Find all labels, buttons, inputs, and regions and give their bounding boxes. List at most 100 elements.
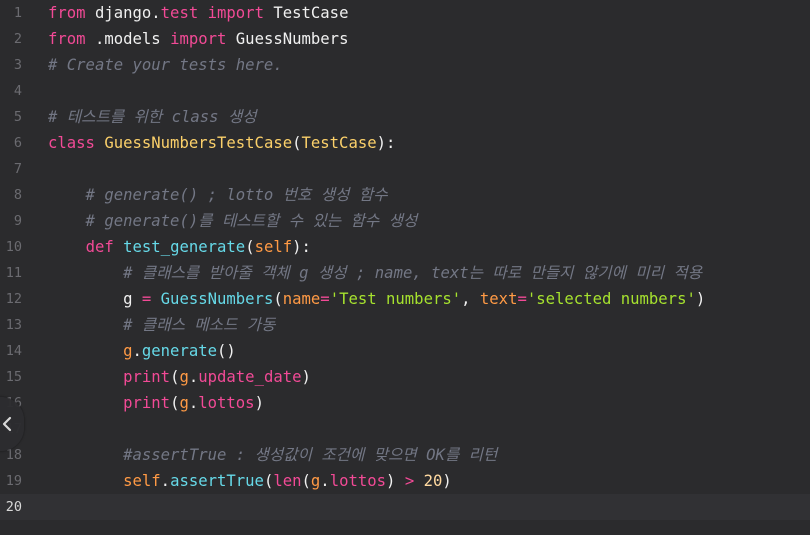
code-line[interactable]: 17 — [0, 416, 810, 442]
code-token: ) — [695, 290, 706, 308]
code-token: ) — [386, 472, 405, 490]
code-token: from — [48, 4, 86, 22]
code-token: import — [207, 4, 264, 22]
code-line[interactable]: 14 g.generate() — [0, 338, 810, 364]
code-token: ): — [376, 134, 396, 152]
code-text: from .models import GuessNumbers — [48, 26, 348, 52]
line-number: 13 — [5, 317, 22, 333]
code-token: . — [188, 394, 199, 412]
code-text: # generate()를 테스트할 수 있는 함수 생성 — [48, 208, 418, 234]
code-token: > — [404, 472, 415, 490]
code-line[interactable]: 18 #assertTrue : 생성값이 조건에 맞으면 OK를 리턴 — [0, 442, 810, 468]
code-text: # 테스트를 위한 class 생성 — [48, 104, 257, 130]
code-token: lottos — [329, 472, 387, 490]
code-token: = — [320, 290, 330, 308]
code-text: # 클래스를 받아줄 객체 g 생성 ; name, text는 따로 만들지 … — [48, 260, 702, 286]
code-token: GuessNumbers — [160, 290, 274, 308]
code-token: self — [254, 238, 293, 256]
code-token: 'Test numbers' — [329, 290, 462, 308]
code-token: = — [141, 290, 152, 308]
code-token: 20 — [423, 472, 443, 490]
code-token: GuessNumbers — [226, 30, 349, 48]
code-line[interactable]: 12 g = GuessNumbers(name='Test numbers',… — [0, 286, 810, 312]
code-line[interactable]: 20 — [0, 494, 810, 520]
code-token: # generate() ; lotto 번호 생성 함수 — [48, 186, 388, 204]
code-editor[interactable]: 1 from django.test import TestCase 2 from .… — [0, 0, 810, 535]
code-token: #assertTrue : 생성값이 조건에 맞으면 OK를 리턴 — [48, 446, 498, 464]
code-line[interactable]: 10 def test_generate(self): — [0, 234, 810, 260]
code-token: ( — [245, 238, 255, 256]
code-token: test — [160, 4, 199, 22]
code-token: g — [179, 368, 189, 386]
code-token: django — [85, 4, 152, 22]
line-number: 7 — [13, 161, 22, 177]
code-text: # 클래스 메소드 가동 — [48, 312, 275, 338]
line-number: 10 — [5, 239, 22, 255]
code-line[interactable]: 5 # 테스트를 위한 class 생성 — [0, 104, 810, 130]
code-text: def test_generate(self): — [48, 234, 311, 260]
code-line[interactable]: 9 # generate()를 테스트할 수 있는 함수 생성 — [0, 208, 810, 234]
code-text: g = GuessNumbers(name='Test numbers', te… — [48, 286, 705, 312]
code-text: from django.test import TestCase — [48, 0, 348, 26]
code-token: generate — [141, 342, 217, 360]
code-token: ( — [292, 134, 302, 152]
code-token: 'selected numbers' — [526, 290, 696, 308]
code-line[interactable]: 3 # Create your tests here. — [0, 52, 810, 78]
line-number: 8 — [13, 187, 22, 203]
code-token: lottos — [198, 394, 255, 412]
code-token: TestCase — [263, 4, 349, 22]
line-number: 19 — [5, 473, 22, 489]
line-number: 14 — [5, 343, 22, 359]
code-token: g — [310, 472, 321, 490]
code-line[interactable]: 11 # 클래스를 받아줄 객체 g 생성 ; name, text는 따로 만… — [0, 260, 810, 286]
code-token: len — [273, 472, 302, 490]
code-line[interactable]: 19 self.assertTrue(len(g.lottos) > 20) — [0, 468, 810, 494]
code-token: text — [479, 290, 518, 308]
code-line[interactable]: 16 print(g.lottos) — [0, 390, 810, 416]
code-token: g — [179, 394, 189, 412]
code-text: print(g.lottos) — [48, 390, 264, 416]
code-text: #assertTrue : 생성값이 조건에 맞으면 OK를 리턴 — [48, 442, 497, 468]
code-token: () — [217, 342, 236, 360]
code-token: g — [48, 290, 142, 308]
code-token: TestCase — [301, 134, 377, 152]
code-token: # generate()를 테스트할 수 있는 함수 생성 — [48, 212, 418, 230]
code-token: ) — [254, 394, 264, 412]
code-line[interactable]: 6 class GuessNumbersTestCase(TestCase): — [0, 130, 810, 156]
code-token: ( — [263, 472, 274, 490]
code-line[interactable]: 7 — [0, 156, 810, 182]
code-token: def — [85, 238, 114, 256]
line-number: 11 — [5, 265, 22, 281]
code-line[interactable]: 4 — [0, 78, 810, 104]
code-token: class — [48, 134, 95, 152]
code-token: ( — [273, 290, 283, 308]
code-line[interactable]: 2 from .models import GuessNumbers — [0, 26, 810, 52]
code-token: ( — [301, 472, 311, 490]
line-number: 9 — [13, 213, 22, 229]
code-token: GuessNumbersTestCase — [104, 134, 293, 152]
code-token: print — [123, 368, 171, 386]
code-token: self — [123, 472, 161, 490]
code-token: # 클래스를 받아줄 객체 g 생성 ; name, text는 따로 만들지 … — [48, 264, 703, 282]
line-number: 2 — [13, 31, 22, 47]
code-line[interactable]: 15 print(g.update_date) — [0, 364, 810, 390]
line-number: 20 — [5, 499, 22, 515]
code-line[interactable]: 13 # 클래스 메소드 가동 — [0, 312, 810, 338]
code-line[interactable]: 8 # generate() ; lotto 번호 생성 함수 — [0, 182, 810, 208]
line-number: 3 — [13, 57, 22, 73]
code-token: name — [282, 290, 321, 308]
code-token: import — [170, 30, 227, 48]
line-number: 5 — [13, 109, 22, 125]
line-number: 15 — [5, 369, 22, 385]
line-number: 4 — [13, 83, 22, 99]
code-text: # Create your tests here. — [48, 52, 283, 78]
code-token: from — [48, 30, 86, 48]
code-token: # Create your tests here. — [48, 56, 283, 74]
code-token: , — [461, 290, 480, 308]
code-line[interactable]: 1 from django.test import TestCase — [0, 0, 810, 26]
